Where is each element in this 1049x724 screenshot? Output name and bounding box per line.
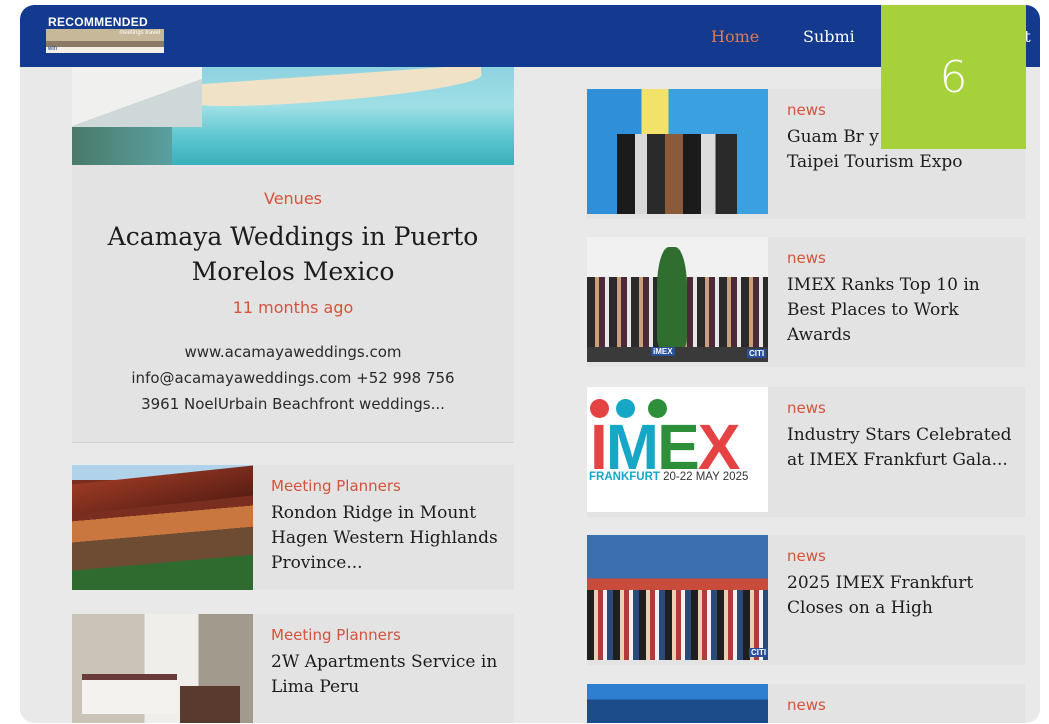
imex-logo-thumbnail[interactable]: IMEX FRANKFURT 20-22 MAY 2025 (587, 387, 768, 512)
boat (72, 67, 202, 127)
logo-corner-text: win (48, 46, 58, 52)
nav-submit-link[interactable]: Submi (803, 27, 855, 46)
tree (657, 247, 687, 347)
list-thumbnail[interactable] (72, 614, 253, 723)
imex-dates: FRANKFURT 20-22 MAY 2025 (589, 471, 749, 483)
list-thumbnail[interactable] (72, 465, 253, 590)
beach-sand (181, 67, 483, 112)
list-thumbnail[interactable]: iMEX CITI (587, 237, 768, 362)
bed-shape (82, 674, 177, 714)
imex-wordmark: IMEX (590, 411, 740, 483)
list-thumbnail[interactable]: CITI (587, 535, 768, 660)
feature-title[interactable]: Acamaya Weddings in Puerto Morelos Mexic… (82, 219, 504, 289)
list-category[interactable]: Meeting Planners (271, 626, 401, 644)
foliage (72, 127, 172, 165)
list-category[interactable]: news (787, 399, 826, 417)
list-item[interactable]: IMEX FRANKFURT 20-22 MAY 2025 news Indus… (587, 387, 1025, 517)
feature-description: www.acamayaweddings.com info@acamayawedd… (131, 343, 455, 413)
feature-category[interactable]: Venues (72, 189, 514, 208)
browser-frame: Venues Acamaya Weddings in Puerto Morelo… (20, 5, 1040, 723)
roof-shape (72, 465, 253, 515)
corner-tag: CITI (747, 349, 767, 358)
people-group (617, 134, 737, 214)
list-category[interactable]: news (787, 547, 826, 565)
list-item[interactable]: Meeting Planners 2W Apartments Service i… (72, 614, 514, 723)
list-item[interactable]: Meeting Planners Rondon Ridge in Mount H… (72, 465, 514, 590)
corner-tag: CITI (749, 648, 768, 657)
crowd (587, 590, 768, 660)
list-item[interactable]: CITI news 2025 IMEX Frankfurt Closes on … (587, 535, 1025, 665)
list-title[interactable]: Industry Stars Celebrated at IMEX Frankf… (787, 423, 1017, 473)
sofa-shape (180, 686, 240, 723)
feature-time: 11 months ago (232, 298, 354, 317)
list-item[interactable]: iMEX CITI news IMEX Ranks Top 10 in Best… (587, 237, 1025, 367)
list-thumbnail[interactable] (587, 684, 768, 723)
imex-tag: iMEX (651, 347, 675, 356)
list-category[interactable]: news (787, 249, 826, 267)
list-category[interactable]: news (787, 696, 826, 714)
logo-text: RECOMMENDED (48, 15, 148, 29)
nav-home-link[interactable]: Home (711, 27, 759, 46)
list-item[interactable]: news (587, 684, 1025, 723)
list-title[interactable]: 2025 IMEX Frankfurt Closes on a High (787, 571, 1017, 621)
site-logo[interactable]: RECOMMENDED meetings travel win (46, 15, 164, 53)
feature-image[interactable] (72, 67, 514, 165)
feature-card[interactable]: Venues Acamaya Weddings in Puerto Morelo… (72, 165, 514, 443)
list-category[interactable]: news (787, 101, 826, 119)
list-title[interactable]: 2W Apartments Service in Lima Peru (271, 650, 501, 700)
list-category[interactable]: Meeting Planners (271, 477, 401, 495)
logo-subtext: meetings travel (119, 30, 160, 36)
list-title[interactable]: IMEX Ranks Top 10 in Best Places to Work… (787, 273, 1017, 348)
list-title[interactable]: Rondon Ridge in Mount Hagen Western High… (271, 501, 501, 576)
list-thumbnail[interactable] (587, 89, 768, 214)
slide-number-badge: 6 (881, 5, 1026, 149)
